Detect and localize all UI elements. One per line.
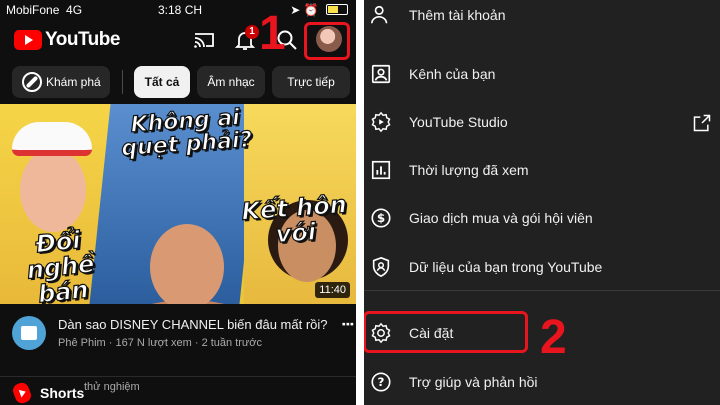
help-icon: ?: [371, 372, 391, 392]
menu-add-account[interactable]: Thêm tài khoản: [364, 0, 720, 38]
shorts-sublabel: thử nghiệm: [84, 381, 140, 393]
menu-separator: [364, 290, 720, 291]
menu-help-label: Trợ giúp và phản hồi: [409, 374, 538, 390]
add-account-icon: [371, 5, 388, 24]
more-options-icon[interactable]: ⋮: [340, 317, 356, 331]
menu-your-data-label: Dữ liệu của bạn trong YouTube: [409, 259, 603, 275]
account-menu-screen: Thêm tài khoản Kênh của bạn YouTube Stud…: [364, 0, 720, 405]
thumb-caption-top: Không ai quẹt phải?: [120, 105, 254, 163]
svg-text:$: $: [377, 211, 385, 225]
chip-divider: [122, 70, 123, 94]
shield-user-icon: [372, 256, 390, 278]
thumb-person-center: [150, 224, 224, 304]
svg-text:?: ?: [378, 375, 385, 389]
video-title[interactable]: Dàn sao DISNEY CHANNEL biến đâu mất rồi?: [58, 317, 328, 332]
settings-highlight-box: [364, 311, 528, 353]
battery-icon: [326, 4, 348, 15]
youtube-home-screen: MobiFone 4G 3:18 CH ➤ ⏰ YouTube 1 1 Khám…: [0, 0, 356, 405]
chip-explore[interactable]: Khám phá: [12, 66, 110, 98]
shorts-icon: [11, 380, 33, 405]
menu-your-channel-label: Kênh của bạn: [409, 66, 496, 82]
video-info[interactable]: Dàn sao DISNEY CHANNEL biến đâu mất rồi?…: [0, 312, 356, 362]
dollar-icon: $: [371, 208, 391, 228]
chip-live[interactable]: Trực tiếp: [272, 66, 350, 98]
avatar-highlight-box: [304, 22, 350, 60]
status-right: ➤ ⏰: [290, 3, 348, 17]
shorts-section: Shorts thử nghiệm: [0, 376, 356, 405]
youtube-play-icon: [14, 30, 42, 50]
notification-badge: 1: [245, 25, 259, 39]
compass-icon: [22, 72, 42, 92]
thumb-caption-left: Đổi nghề bán kem?: [25, 225, 103, 304]
video-thumbnail[interactable]: Không ai quẹt phải? Đổi nghề bán kem? Kế…: [0, 104, 356, 304]
channel-icon: [371, 64, 391, 84]
chip-explore-label: Khám phá: [46, 75, 101, 89]
menu-your-data[interactable]: Dữ liệu của bạn trong YouTube: [364, 246, 720, 290]
sailor-hat: [12, 122, 92, 156]
top-app-bar: YouTube 1: [0, 22, 356, 58]
menu-your-channel[interactable]: Kênh của bạn: [364, 53, 720, 97]
shorts-label: Shorts: [40, 385, 85, 401]
menu-youtube-studio[interactable]: YouTube Studio: [364, 101, 720, 145]
menu-help[interactable]: ? Trợ giúp và phản hồi: [364, 361, 720, 405]
menu-purchases-label: Giao dịch mua và gói hội viên: [409, 210, 593, 226]
category-chips: Khám phá Tất cả Âm nhạc Trực tiếp: [0, 66, 356, 100]
location-icon: ➤: [290, 3, 301, 17]
alarm-icon: ⏰: [303, 3, 319, 17]
carrier-label: MobiFone 4G: [6, 3, 83, 17]
chip-all[interactable]: Tất cả: [134, 66, 190, 98]
step-1-number: 1: [259, 7, 286, 60]
chip-music[interactable]: Âm nhạc: [197, 66, 265, 98]
logo-text: YouTube: [45, 29, 120, 50]
video-meta: Phê Phim · 167 N lượt xem · 2 tuần trước: [58, 337, 262, 349]
status-bar: MobiFone 4G 3:18 CH ➤ ⏰: [0, 0, 356, 20]
panel-divider: [356, 0, 364, 405]
step-2-number: 2: [540, 311, 567, 364]
thumb-person-left: [20, 148, 86, 232]
video-duration: 11:40: [315, 282, 350, 298]
thumb-caption-right: Kết hôn với: [240, 190, 348, 249]
studio-gear-icon: [371, 111, 391, 133]
cast-icon[interactable]: [192, 28, 216, 52]
bar-chart-icon: [371, 160, 391, 180]
menu-purchases[interactable]: $ Giao dịch mua và gói hội viên: [364, 197, 720, 241]
status-time: 3:18 CH: [158, 3, 203, 17]
menu-add-account-label: Thêm tài khoản: [409, 7, 506, 23]
menu-youtube-studio-label: YouTube Studio: [409, 114, 508, 130]
open-external-icon: [693, 114, 711, 132]
menu-watch-time-label: Thời lượng đã xem: [409, 162, 529, 178]
channel-avatar[interactable]: [12, 316, 46, 350]
menu-watch-time[interactable]: Thời lượng đã xem: [364, 149, 720, 193]
youtube-logo[interactable]: YouTube: [14, 29, 120, 51]
